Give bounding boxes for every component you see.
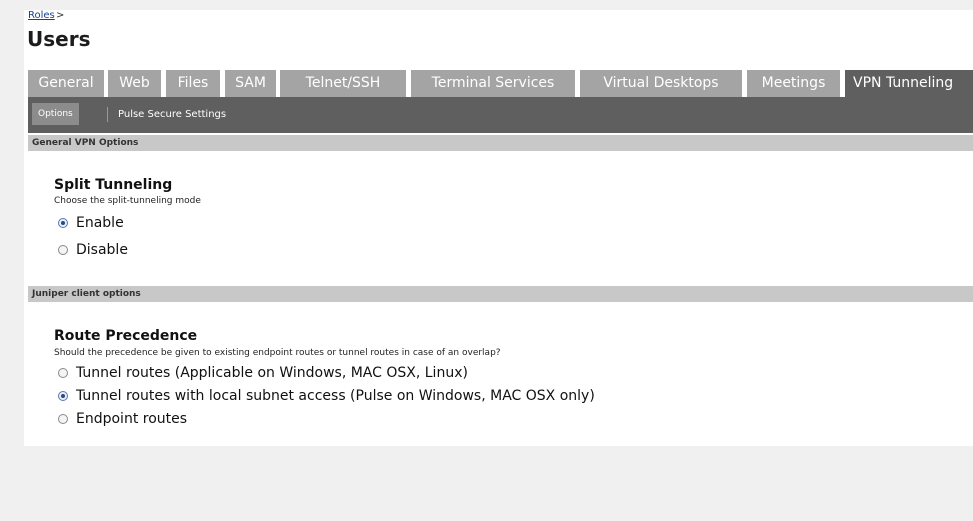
split-tunneling-title: Split Tunneling	[54, 177, 173, 193]
radio-button[interactable]	[58, 414, 68, 424]
route-tunnel-local-subnet-option[interactable]: Tunnel routes with local subnet access (…	[58, 387, 595, 405]
radio-button-checked[interactable]	[58, 391, 68, 401]
tab-bar: General Web Files SAM Telnet/SSH Termina…	[28, 70, 973, 97]
tab-telnet-ssh[interactable]: Telnet/SSH	[280, 70, 406, 97]
subnav-divider	[107, 107, 108, 122]
split-tunneling-enable-option[interactable]: Enable	[58, 214, 124, 232]
breadcrumb-separator: >	[56, 10, 65, 21]
page-title: Users	[27, 27, 91, 51]
sub-navigation-bar: Options Pulse Secure Settings	[28, 97, 973, 133]
route-endpoint-routes-option[interactable]: Endpoint routes	[58, 410, 187, 428]
radio-button-checked[interactable]	[58, 218, 68, 228]
section-header-juniper-client-options: Juniper client options	[28, 286, 973, 302]
radio-label: Endpoint routes	[76, 411, 188, 427]
route-precedence-description: Should the precedence be given to existi…	[54, 348, 501, 358]
route-tunnel-routes-option[interactable]: Tunnel routes (Applicable on Windows, MA…	[58, 364, 468, 382]
subtab-pulse-secure-settings[interactable]: Pulse Secure Settings	[118, 104, 226, 126]
radio-label: Enable	[76, 215, 124, 231]
split-tunneling-description: Choose the split-tunneling mode	[54, 196, 201, 206]
tab-virtual-desktops[interactable]: Virtual Desktops	[580, 70, 742, 97]
tab-sam[interactable]: SAM	[225, 70, 276, 97]
radio-button[interactable]	[58, 368, 68, 378]
tab-general[interactable]: General	[28, 70, 104, 97]
tab-vpn-tunneling[interactable]: VPN Tunneling	[845, 70, 973, 97]
route-precedence-title: Route Precedence	[54, 328, 198, 344]
split-tunneling-disable-option[interactable]: Disable	[58, 241, 128, 259]
section-header-general-vpn-options: General VPN Options	[28, 135, 973, 151]
tab-web[interactable]: Web	[108, 70, 161, 97]
radio-label: Disable	[76, 242, 128, 258]
subtab-options[interactable]: Options	[32, 103, 79, 125]
tab-terminal-services[interactable]: Terminal Services	[411, 70, 575, 97]
radio-label: Tunnel routes (Applicable on Windows, MA…	[76, 365, 468, 381]
breadcrumb-roles-link[interactable]: Roles	[28, 10, 55, 21]
tab-files[interactable]: Files	[166, 70, 220, 97]
radio-label: Tunnel routes with local subnet access (…	[76, 388, 595, 404]
content-panel: Roles > Users General Web Files SAM Teln…	[24, 10, 973, 446]
tab-meetings[interactable]: Meetings	[747, 70, 840, 97]
radio-button[interactable]	[58, 245, 68, 255]
